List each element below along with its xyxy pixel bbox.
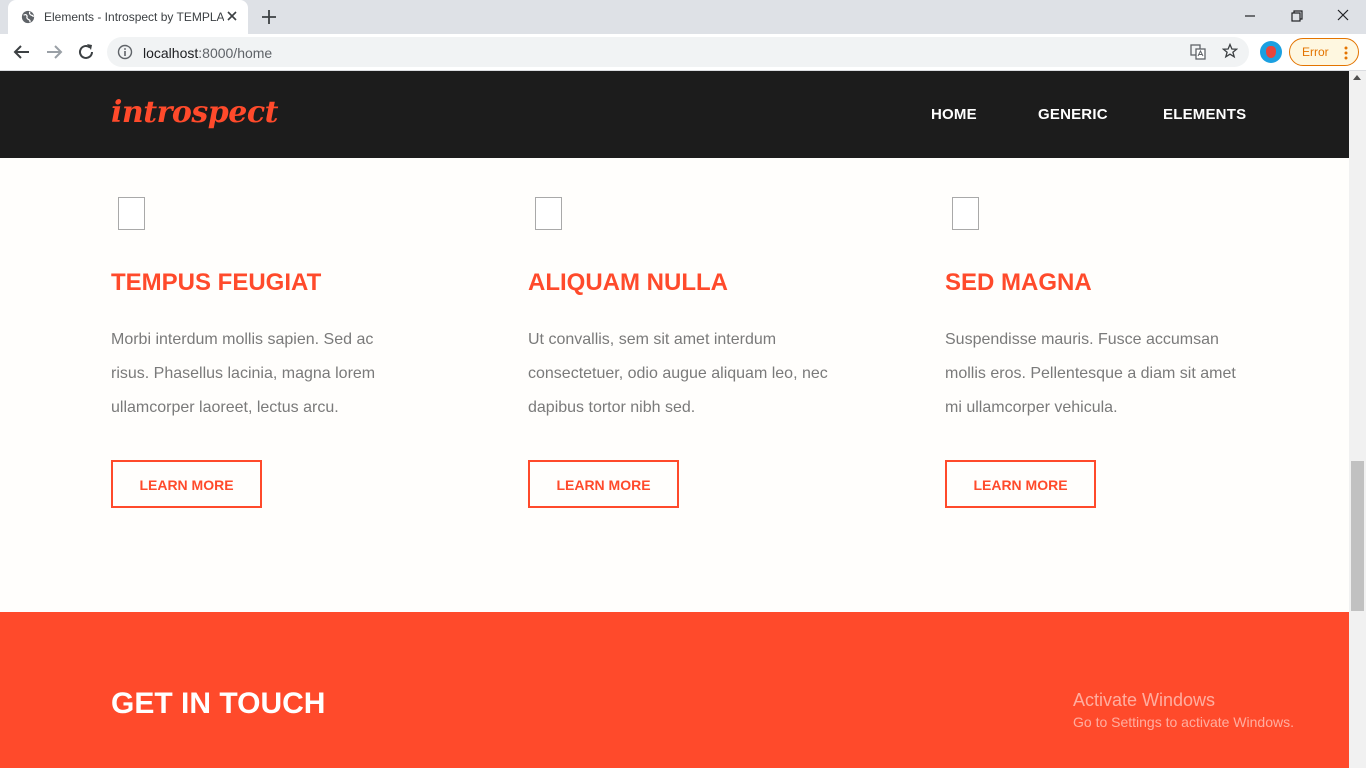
restore-icon[interactable] — [1285, 4, 1309, 26]
learn-more-label: LEARN MORE — [973, 477, 1068, 493]
tab-title: Elements - Introspect by TEMPLA — [44, 10, 224, 24]
close-icon[interactable] — [224, 8, 240, 24]
scroll-up-arrow[interactable] — [1353, 75, 1361, 80]
reload-icon[interactable] — [76, 42, 96, 62]
learn-more-label: LEARN MORE — [556, 477, 651, 493]
windows-activation-watermark: Activate Windows Go to Settings to activ… — [1073, 690, 1294, 730]
profile-error-button[interactable]: Error — [1289, 38, 1359, 66]
contact-title: GET IN TOUCH — [111, 687, 326, 720]
learn-more-label: LEARN MORE — [139, 477, 234, 493]
address-bar[interactable]: localhost:8000/home — [107, 37, 1249, 67]
feature-icon — [952, 197, 979, 230]
watermark-title: Activate Windows — [1073, 690, 1216, 710]
site-header: introspect HOME GENERIC ELEMENTS — [0, 71, 1349, 158]
feature-text: Ut convallis, sem sit amet interdum cons… — [528, 331, 828, 416]
info-icon[interactable] — [117, 44, 133, 60]
nav-elements[interactable]: ELEMENTS — [1163, 106, 1246, 123]
error-label: Error — [1302, 45, 1329, 59]
back-arrow-icon[interactable] — [12, 42, 32, 62]
avatar-figure — [1266, 46, 1276, 58]
feature-title: TEMPUS FEUGIAT — [111, 269, 322, 296]
url-host: localhost — [143, 45, 199, 61]
feature-title: SED MAGNA — [945, 269, 1092, 296]
url-path: :8000/home — [198, 45, 273, 61]
browser-toolbar: localhost:8000/home Error — [0, 34, 1366, 71]
feature-text: Suspendisse mauris. Fusce accumsan molli… — [945, 331, 1236, 416]
url-text: localhost:8000/home — [143, 45, 272, 61]
page-viewport: introspect HOME GENERIC ELEMENTS TEMPUS … — [0, 71, 1349, 768]
star-icon[interactable] — [1222, 43, 1238, 59]
globe-icon — [21, 10, 35, 24]
scroll-thumb[interactable] — [1351, 461, 1364, 611]
tab-strip: Elements - Introspect by TEMPLA — [0, 0, 1366, 34]
learn-more-button[interactable]: LEARN MORE — [528, 460, 679, 508]
plus-icon[interactable] — [260, 8, 278, 26]
browser-tab[interactable]: Elements - Introspect by TEMPLA — [8, 0, 248, 34]
nav-generic[interactable]: GENERIC — [1038, 106, 1108, 123]
window-close-icon[interactable] — [1331, 4, 1355, 26]
translate-icon[interactable] — [1190, 44, 1206, 60]
site-logo[interactable]: introspect — [111, 95, 278, 130]
feature-title: ALIQUAM NULLA — [528, 269, 728, 296]
watermark-subtitle: Go to Settings to activate Windows. — [1073, 714, 1294, 730]
learn-more-button[interactable]: LEARN MORE — [945, 460, 1096, 508]
more-vert-icon — [1344, 46, 1348, 60]
minimize-icon[interactable] — [1238, 4, 1262, 26]
learn-more-button[interactable]: LEARN MORE — [111, 460, 262, 508]
nav-home[interactable]: HOME — [931, 106, 977, 123]
page-scrollbar[interactable] — [1349, 71, 1366, 768]
feature-icon — [118, 197, 145, 230]
forward-arrow-icon[interactable] — [44, 42, 64, 62]
feature-icon — [535, 197, 562, 230]
feature-text: Morbi interdum mollis sapien. Sed ac ris… — [111, 331, 376, 416]
profile-avatar[interactable] — [1260, 41, 1282, 63]
